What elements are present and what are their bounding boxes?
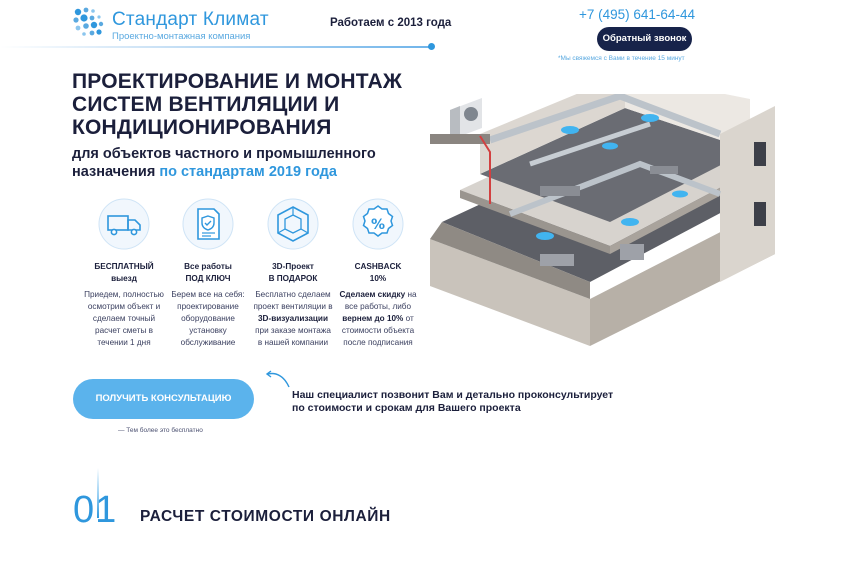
feature-turnkey: Все работы ПОД КЛЮЧ Берем все на себя: п… [164, 197, 252, 349]
feature-cashback: % CASHBACK 10% Сделаем скидку на все раб… [334, 197, 422, 349]
feature-desc-line: оборудование [181, 314, 235, 323]
feature-title-line: выезд [111, 274, 137, 283]
feature-title-line: 10% [369, 274, 387, 283]
callback-button[interactable]: Обратный звонок [597, 27, 692, 51]
cube-3d-icon [267, 198, 319, 250]
feature-desc-line: проект вентиляции в [253, 302, 333, 311]
feature-desc-line: Бесплатно сделаем [255, 290, 331, 299]
consultation-description-line: по стоимости и срокам для Вашего проекта [292, 402, 521, 414]
consultation-description: Наш специалист позвонит Вам и детально п… [292, 389, 613, 415]
feature-desc-line: при заказе монтажа [255, 326, 331, 335]
logo-subtitle: Проектно-монтажная компания [112, 31, 251, 42]
feature-title-line: ПОД КЛЮЧ [185, 274, 231, 283]
feature-desc-bold: Сделаем скидку [339, 290, 406, 299]
feature-desc-bold: 3D-визуализации [258, 314, 328, 323]
logo-dots-icon [73, 7, 104, 36]
feature-title-line: В ПОДАРОК [268, 274, 318, 283]
hero-title: ПРОЕКТИРОВАНИЕ И МОНТАЖ СИСТЕМ ВЕНТИЛЯЦИ… [72, 70, 422, 139]
feature-desc-line: проектирование [177, 302, 239, 311]
consultation-note: — Тем более это бесплатно [118, 427, 203, 434]
feature-desc-line: стоимости объекта [341, 326, 415, 335]
hero-title-line: СИСТЕМ ВЕНТИЛЯЦИИ И [72, 93, 340, 116]
feature-desc-line: обслуживание [180, 338, 236, 347]
header-divider-dot [428, 43, 435, 50]
phone-link[interactable]: +7 (495) 641-64-44 [579, 7, 695, 22]
feature-desc-line: течении 1 дня [97, 338, 151, 347]
feature-desc-line: Берем все на себя: [171, 290, 245, 299]
feature-desc-line: все работы, либо [344, 302, 412, 311]
logo[interactable]: Стандарт Климат Проектно-монтажная компа… [72, 6, 269, 42]
callback-note: *Мы свяжемся с Вами в течение 15 минут [558, 55, 685, 62]
hero-title-line: ПРОЕКТИРОВАНИЕ И МОНТАЖ [72, 70, 403, 93]
consultation-description-line: Наш специалист позвонит Вам и детально п… [292, 389, 614, 401]
building-cutaway-illustration [430, 94, 775, 346]
percent-badge-icon: % [352, 198, 404, 250]
feature-desc-line: расчет сметы в [95, 326, 153, 335]
feature-title-line: 3D-Проект [272, 262, 314, 271]
feature-desc-line: в нашей компании [257, 338, 329, 347]
since-text: Работаем с 2013 года [330, 17, 452, 29]
feature-desc-line: осмотрим объект и [87, 302, 161, 311]
hero-subtitle: для объектов частного и промышленного на… [72, 145, 432, 181]
feature-desc-line: сделаем точный [92, 314, 156, 323]
hero-title-line: КОНДИЦИОНИРОВАНИЯ [72, 116, 332, 139]
feature-3d-project: 3D-Проект В ПОДАРОК Бесплатно сделаем пр… [249, 197, 337, 349]
hero-subtitle-line: назначения [72, 164, 156, 180]
truck-icon [98, 198, 150, 250]
hero-subtitle-accent: по стандартам 2019 года [159, 164, 337, 180]
feature-free-visit: БЕСПЛАТНЫЙ выезд Приедем, полностью осмо… [80, 197, 168, 349]
get-consultation-button[interactable]: ПОЛУЧИТЬ КОНСУЛЬТАЦИЮ [73, 379, 254, 419]
header-divider [0, 46, 432, 48]
svg-text:%: % [371, 217, 385, 233]
logo-name: Стандарт Климат [112, 9, 269, 30]
feature-desc-line: после подписания [343, 338, 413, 347]
site-header: Стандарт Климат Проектно-монтажная компа… [0, 0, 843, 62]
feature-desc-line: установку [189, 326, 227, 335]
section-title: РАСЧЕТ СТОИМОСТИ ОНЛАЙН [140, 508, 391, 525]
curved-arrow-icon [265, 370, 290, 388]
feature-desc-text: на [405, 290, 417, 299]
feature-desc-text: от [403, 314, 414, 323]
feature-title-line: БЕСПЛАТНЫЙ [94, 262, 154, 271]
hero-subtitle-line: для объектов частного и промышленного [72, 146, 376, 162]
feature-desc-bold: вернем до 10% [342, 314, 404, 323]
section-number: 01 [73, 489, 118, 531]
document-shield-icon [182, 198, 234, 250]
feature-title-line: Все работы [184, 262, 232, 271]
feature-desc-line: Приедем, полностью [84, 290, 164, 299]
feature-title-line: CASHBACK [354, 262, 402, 271]
